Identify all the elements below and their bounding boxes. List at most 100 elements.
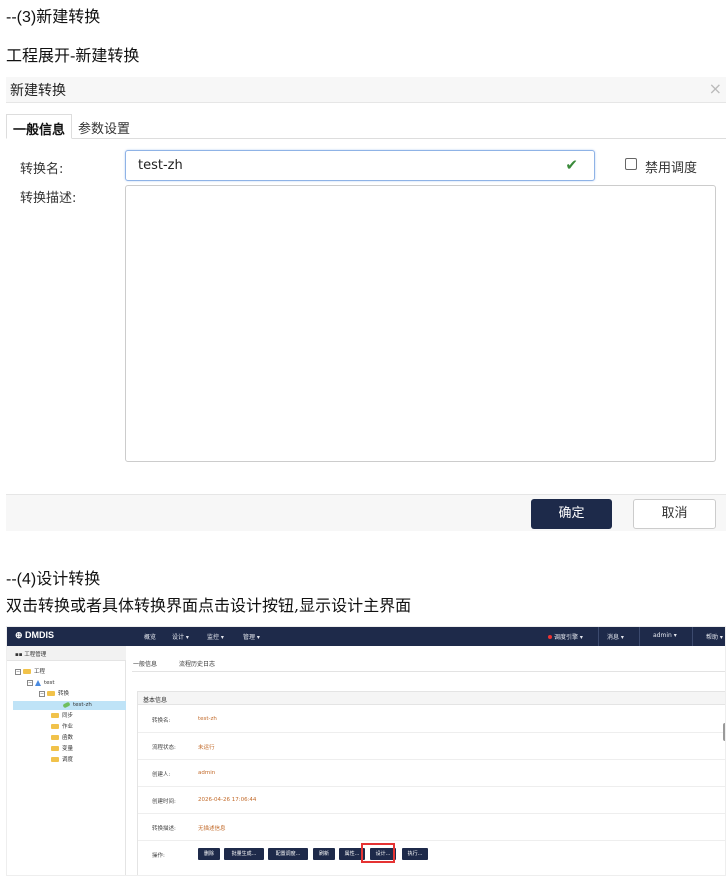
tree-item-variable[interactable]: 变量 <box>51 745 73 754</box>
app-logo: ⊕ DMDIS <box>15 630 55 640</box>
tree-item-sync[interactable]: 同步 <box>51 712 73 721</box>
tree-item-test-zh[interactable]: test-zh <box>13 701 126 710</box>
project-icon <box>35 679 41 686</box>
nav-design[interactable]: 设计 ▾ <box>172 632 189 641</box>
nav-monitor[interactable]: 监控 ▾ <box>207 632 224 641</box>
folder-icon <box>47 691 55 696</box>
tree-item-label: test <box>44 680 55 686</box>
card-header: 基本信息 <box>138 692 725 705</box>
design-button-highlight <box>361 843 395 863</box>
tree-item-label: 函数 <box>62 735 74 741</box>
tree-item-label: 同步 <box>62 713 74 719</box>
disable-schedule-label: 禁用调度 <box>645 161 698 176</box>
info-row-creator: 创建人: admin <box>138 760 725 787</box>
transform-icon <box>62 701 71 708</box>
disable-schedule-checkbox[interactable] <box>625 158 637 170</box>
row-key: 流程状态: <box>152 745 176 751</box>
info-row-actions: 操作: 删除 批量生成... 配置调度... 刷新 属性... 设计... 执行… <box>138 841 725 868</box>
tree-item-label: 作业 <box>62 724 74 730</box>
top-navbar: ⊕ DMDIS 概览 设计 ▾ 监控 ▾ 管理 ▾ 调度引擎 ▾ 消息 ▾ ad… <box>7 627 725 646</box>
step4-subheading: 双击转换或者具体转换界面点击设计按钮,显示设计主界面 <box>6 596 412 615</box>
tree-item-job[interactable]: 作业 <box>51 723 73 732</box>
collapse-icon[interactable]: − <box>15 668 21 675</box>
row-value: 无描述信息 <box>198 826 226 832</box>
refresh-button[interactable]: 刷新 <box>313 848 335 860</box>
collapse-icon[interactable]: − <box>39 690 45 697</box>
tree-item-function[interactable]: 函数 <box>51 734 73 743</box>
main-panel: 一般信息 流程历史日志 基本信息 转换名: test-zh 流程状态: 未运行 创建… <box>127 646 725 875</box>
dialog-tabs: 一般信息 参数设置 <box>6 114 726 139</box>
nav-engine-label: 调度引擎 ▾ <box>554 634 583 641</box>
row-value: 未运行 <box>198 745 215 751</box>
tree-item-label: test-zh <box>73 702 92 708</box>
folder-icon <box>51 757 59 762</box>
nav-help[interactable]: 帮助 ▾ <box>706 632 723 641</box>
cancel-button[interactable]: 取消 <box>633 499 716 529</box>
sidebar-title: ▪▪ 工程管理 <box>15 652 47 658</box>
nav-divider <box>692 627 693 646</box>
step3-title: 新建转换 <box>36 7 101 26</box>
check-icon: ✔ <box>565 156 578 174</box>
tree-item-test[interactable]: − test <box>27 679 55 688</box>
name-input[interactable]: test-zh ✔ <box>125 150 595 181</box>
info-row-description: 转换描述: 无描述信息 <box>138 814 725 841</box>
folder-icon <box>51 724 59 729</box>
tree-item-transform-folder[interactable]: − 转换 <box>39 690 69 699</box>
folder-icon <box>51 713 59 718</box>
step4-heading: --(4)设计转换 <box>6 565 100 589</box>
nav-divider <box>639 627 640 646</box>
configure-schedule-button[interactable]: 配置调度... <box>268 848 308 860</box>
confirm-button[interactable]: 确定 <box>531 499 612 529</box>
sidebar-title-label: 工程管理 <box>24 652 47 658</box>
basic-info-card: 基本信息 转换名: test-zh 流程状态: 未运行 创建人: admin 创建时间… <box>137 691 725 875</box>
dialog-header: 新建转换 × <box>6 77 726 103</box>
row-key: 转换描述: <box>152 826 176 832</box>
nav-engine[interactable]: 调度引擎 ▾ <box>548 632 583 641</box>
nav-messages[interactable]: 消息 ▾ <box>607 632 624 641</box>
app-screenshot: ⊕ DMDIS 概览 设计 ▾ 监控 ▾ 管理 ▾ 调度引擎 ▾ 消息 ▾ ad… <box>6 626 726 876</box>
name-input-value: test-zh <box>138 158 183 173</box>
tab-general-info[interactable]: 一般信息 <box>133 659 157 668</box>
nav-user[interactable]: admin ▾ <box>653 632 677 639</box>
row-key: 转换名: <box>152 718 171 724</box>
tree-item-label: 调度 <box>62 757 74 763</box>
info-row-status: 流程状态: 未运行 <box>138 733 725 760</box>
info-row-name: 转换名: test-zh <box>138 706 725 733</box>
row-key: 创建时间: <box>152 799 176 805</box>
status-dot-icon <box>548 635 552 639</box>
tab-divider <box>132 671 725 672</box>
nav-overview[interactable]: 概览 <box>144 632 156 641</box>
collapse-icon[interactable]: − <box>27 679 33 686</box>
row-value: admin <box>198 770 216 776</box>
close-icon[interactable]: × <box>709 79 722 98</box>
dialog-title: 新建转换 <box>10 83 66 99</box>
sidebar-header: ▪▪ 工程管理 <box>7 646 126 661</box>
project-sidebar: ▪▪ 工程管理 − 工程 − test − 转换 test-zh 同步 作业 函数 变… <box>7 646 126 875</box>
tree-item-label: 转换 <box>58 691 70 697</box>
batch-generate-button[interactable]: 批量生成... <box>224 848 264 860</box>
tree-item-schedule[interactable]: 调度 <box>51 756 73 765</box>
folder-icon <box>51 735 59 740</box>
description-textarea[interactable] <box>125 185 716 462</box>
step4-title: 设计转换 <box>36 569 101 588</box>
tab-parameter-settings[interactable]: 参数设置 <box>72 114 136 139</box>
card-title: 基本信息 <box>143 697 168 704</box>
delete-button[interactable]: 删除 <box>198 848 220 860</box>
row-value: test-zh <box>198 716 217 722</box>
nav-divider <box>598 627 599 646</box>
dialog-footer <box>6 494 726 531</box>
row-key: 创建人: <box>152 772 171 778</box>
tab-history-log[interactable]: 流程历史日志 <box>179 659 215 668</box>
tree-item-project[interactable]: − 工程 <box>15 668 45 677</box>
tree-item-label: 变量 <box>62 746 74 752</box>
step3-number: --(3) <box>6 9 37 26</box>
step4-number: --(4) <box>6 571 37 588</box>
nav-manage[interactable]: 管理 ▾ <box>243 632 260 641</box>
folder-icon <box>51 746 59 751</box>
folder-icon <box>23 669 31 674</box>
execute-button[interactable]: 执行... <box>402 848 428 860</box>
tree-item-label: 工程 <box>34 669 46 675</box>
tab-general-info[interactable]: 一般信息 <box>6 114 73 139</box>
row-key: 操作: <box>152 853 165 859</box>
description-label: 转换描述: <box>20 191 77 206</box>
